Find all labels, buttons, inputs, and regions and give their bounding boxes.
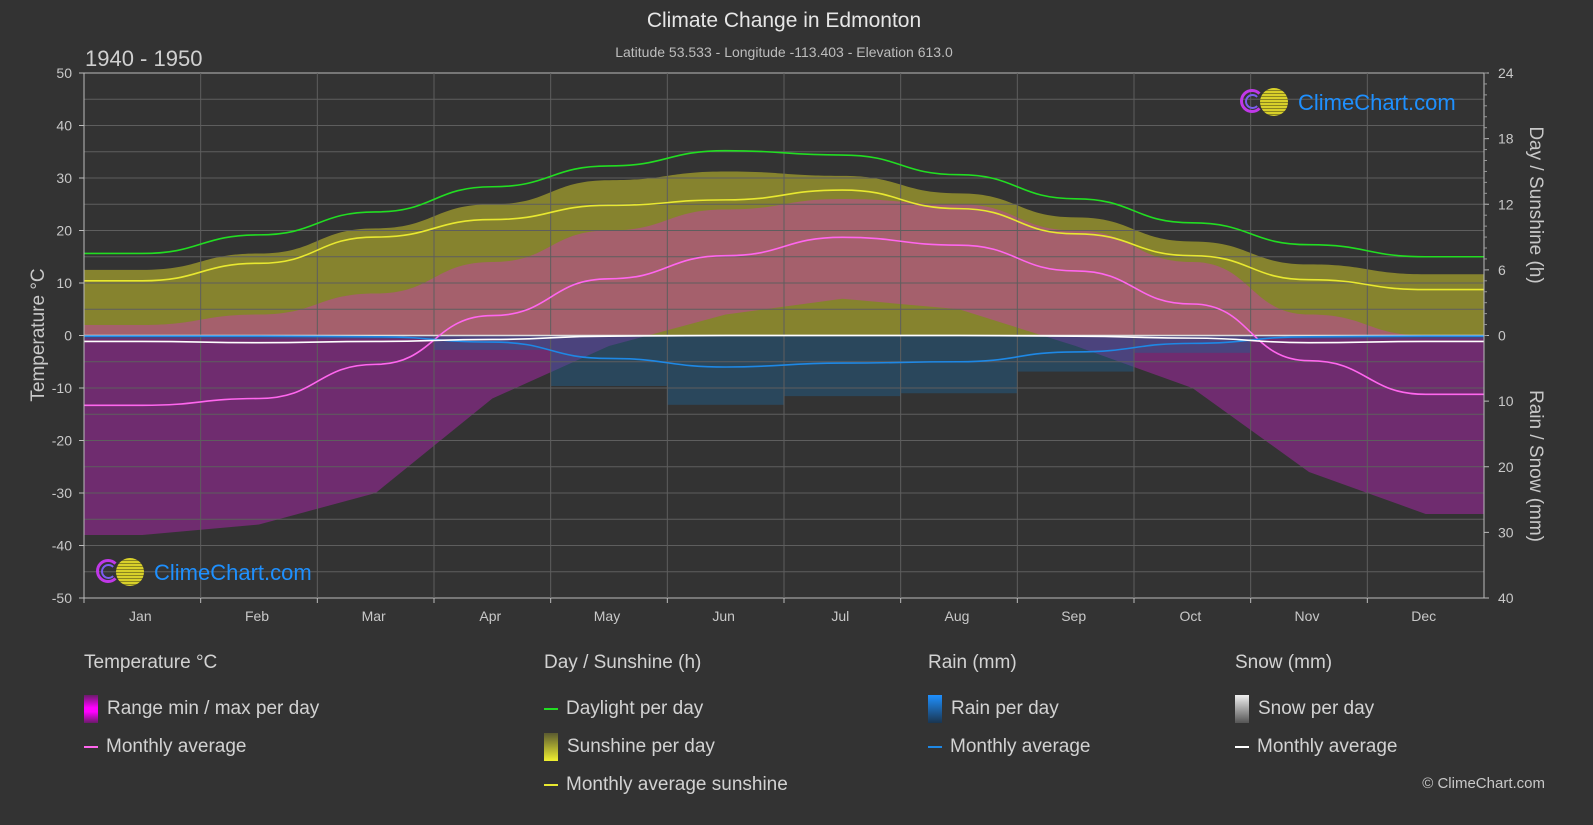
left-tick-label: -40 (52, 538, 72, 554)
x-tick-label: Mar (362, 608, 386, 624)
legend-label: Rain per day (951, 698, 1059, 719)
rain-per-day-bar (900, 335, 1018, 394)
legend-temperature: Temperature °C Range min / max per day M… (84, 652, 319, 766)
logo-top-right[interactable]: ClimeChart.com (1240, 88, 1456, 118)
daylight-swatch (544, 708, 558, 710)
right-bottom-tick-label: 10 (1498, 393, 1514, 409)
legend-sunshine: Day / Sunshine (h) Daylight per day Suns… (544, 652, 788, 804)
temp-range-swatch (84, 695, 98, 723)
right-top-axis-title: Day / Sunshine (h) (1525, 126, 1546, 283)
legend-item: Monthly average sunshine (544, 766, 788, 804)
right-top-tick-label: 6 (1498, 262, 1506, 278)
left-tick-label: 30 (56, 170, 72, 186)
rain-per-day-bar (667, 335, 784, 405)
legend-item: Range min / max per day (84, 690, 319, 728)
legend-label: Sunshine per day (567, 736, 715, 757)
legend-title: Day / Sunshine (h) (544, 652, 702, 673)
legend-label: Daylight per day (566, 698, 704, 719)
x-tick-label: Jan (129, 608, 152, 624)
x-tick-label: May (594, 608, 620, 624)
x-tick-label: Jun (712, 608, 735, 624)
climechart-logo-icon (1240, 88, 1292, 118)
x-tick-label: Feb (245, 608, 269, 624)
left-tick-label: -10 (52, 380, 72, 396)
right-top-tick-label: 24 (1498, 65, 1514, 81)
legend-item: Monthly average (1235, 728, 1397, 766)
sunshine-avg-swatch (544, 784, 558, 786)
snow-swatch (1235, 695, 1249, 723)
left-tick-label: 10 (56, 275, 72, 291)
temp-avg-swatch (84, 746, 98, 748)
logo-text: ClimeChart.com (154, 560, 312, 585)
legend-item: Monthly average (84, 728, 319, 766)
x-tick-label: Dec (1411, 608, 1436, 624)
x-tick-label: Nov (1295, 608, 1320, 624)
right-bottom-tick-label: 30 (1498, 524, 1514, 540)
logo-text: ClimeChart.com (1298, 90, 1456, 115)
left-tick-label: 40 (56, 118, 72, 134)
sunshine-swatch (544, 733, 558, 761)
rain-swatch (928, 695, 942, 723)
x-tick-label: Apr (479, 608, 501, 624)
left-tick-label: 0 (64, 328, 72, 344)
logo-bottom-left[interactable]: ClimeChart.com (96, 558, 312, 588)
left-tick-label: -20 (52, 433, 72, 449)
legend-title: Rain (mm) (928, 652, 1017, 673)
legend-label: Monthly average sunshine (566, 774, 788, 795)
legend-rain: Rain (mm) Rain per day Monthly average (928, 652, 1090, 766)
legend-label: Monthly average (1257, 736, 1398, 757)
legend-label: Monthly average (950, 736, 1091, 757)
rain-avg-swatch (928, 746, 942, 748)
legend-item: Sunshine per day (544, 728, 788, 766)
left-tick-label: -30 (52, 485, 72, 501)
legend-title: Temperature °C (84, 652, 218, 673)
x-tick-label: Jul (831, 608, 849, 624)
x-tick-label: Oct (1179, 608, 1201, 624)
right-top-tick-label: 18 (1498, 131, 1514, 147)
left-tick-label: 50 (56, 65, 72, 81)
climechart-logo-icon (96, 558, 148, 588)
right-top-tick-label: 12 (1498, 196, 1514, 212)
right-bottom-axis-title: Rain / Snow (mm) (1525, 390, 1546, 542)
legend-item: Rain per day (928, 690, 1090, 728)
right-bottom-tick-label: 20 (1498, 459, 1514, 475)
rain-per-day-bar (784, 335, 901, 397)
legend-title: Snow (mm) (1235, 652, 1333, 673)
right-bottom-tick-label: 40 (1498, 590, 1514, 606)
legend-snow: Snow (mm) Snow per day Monthly average (1235, 652, 1397, 766)
right-top-tick-label: 0 (1498, 328, 1506, 344)
snow-avg-swatch (1235, 746, 1249, 748)
left-axis-title: Temperature °C (28, 268, 49, 401)
legend-item: Snow per day (1235, 690, 1397, 728)
legend-label: Snow per day (1258, 698, 1375, 719)
legend-item: Daylight per day (544, 690, 788, 728)
x-tick-label: Sep (1061, 608, 1086, 624)
x-tick-label: Aug (945, 608, 970, 624)
legend-label: Monthly average (106, 736, 247, 757)
legend-label: Range min / max per day (107, 698, 320, 719)
left-tick-label: 20 (56, 223, 72, 239)
legend-item: Monthly average (928, 728, 1090, 766)
left-tick-label: -50 (52, 590, 72, 606)
copyright: © ClimeChart.com (1422, 775, 1545, 792)
